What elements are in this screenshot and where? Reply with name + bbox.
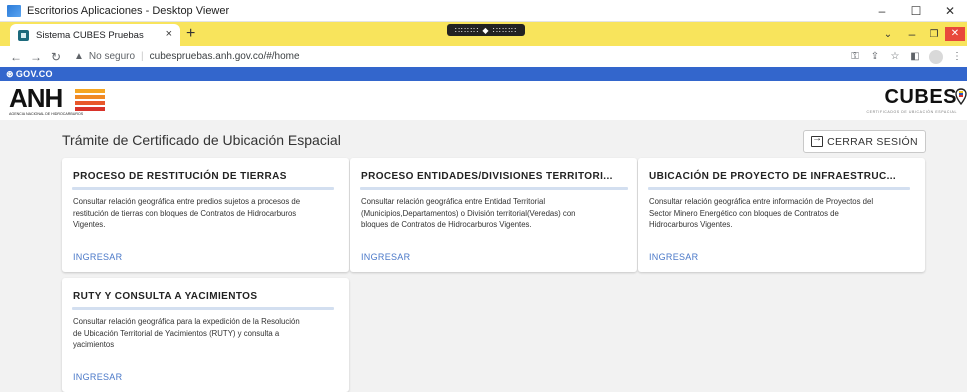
logout-button[interactable]: CERRAR SESIÓN [803, 130, 926, 153]
bookmark-star-icon[interactable]: ☆ [885, 51, 905, 62]
card-divider [360, 187, 628, 190]
card-description-line: Sector Minero Energético con bloques de … [649, 208, 839, 218]
govco-bar: ⊛ GOV.CO [0, 67, 967, 81]
card-divider [72, 187, 334, 190]
card-title: UBICACIÓN DE PROYECTO DE INFRAESTRUC... [649, 171, 897, 182]
desktop-viewer-title: Escritorios Aplicaciones - Desktop Viewe… [27, 4, 230, 17]
card-description-line: Hidrocarburos Vigentes. [649, 220, 733, 229]
govco-label[interactable]: GOV.CO [16, 69, 53, 79]
logout-label: CERRAR SESIÓN [827, 135, 918, 148]
minimize-button[interactable]: – [865, 0, 899, 22]
desktop-viewer-titlebar: Escritorios Aplicaciones - Desktop Viewe… [0, 0, 967, 22]
card-description-line: Consultar relación geográfica para la ex… [73, 317, 300, 326]
card-title: RUTY Y CONSULTA A YACIMIENTOS [73, 291, 258, 302]
cubes-favicon-icon [18, 29, 29, 41]
forward-arrow-icon[interactable]: → [26, 50, 46, 64]
browser-minimize-button[interactable]: – [901, 27, 923, 41]
cubes-logo-subtitle: CERTIFICADOS DE UBICACIÓN ESPACIAL [866, 110, 957, 114]
logout-icon [811, 133, 824, 147]
new-tab-button[interactable]: + [186, 26, 195, 42]
card-divider [648, 187, 910, 190]
close-button[interactable]: ✕ [933, 0, 967, 22]
anh-logo-subtitle: AGENCIA NACIONAL DE HIDROCARBUROS [9, 112, 84, 116]
site-header: ANH AGENCIA NACIONAL DE HIDROCARBUROS CU… [0, 81, 967, 120]
remote-session-toolbar-handle[interactable]: ∷∷∷∷ ◆ ∷∷∷∷ [447, 24, 525, 36]
ingresar-link[interactable]: INGRESAR [361, 252, 410, 262]
card-description: Consultar relación geográfica entre pred… [73, 196, 300, 231]
card-entidades-divisiones: PROCESO ENTIDADES/DIVISIONES TERRITORI..… [350, 158, 637, 272]
card-description-line: Consultar relación geográfica entre pred… [73, 197, 301, 206]
card-title: PROCESO ENTIDADES/DIVISIONES TERRITORI..… [361, 171, 613, 182]
browser-tab[interactable]: Sistema CUBES Pruebas × [10, 24, 180, 46]
tab-search-chevron-icon[interactable]: ⌄ [875, 29, 901, 40]
card-description: Consultar relación geográfica para la ex… [73, 316, 300, 351]
browser-toolbar-actions: ⚿ ⇪ ☆ ◧ ⋮ [845, 46, 967, 67]
kebab-menu-icon[interactable]: ⋮ [947, 51, 967, 62]
reload-icon[interactable]: ↻ [46, 50, 66, 64]
ingresar-link[interactable]: INGRESAR [649, 252, 698, 262]
key-icon[interactable]: ⚿ [845, 51, 865, 62]
main-content: Trámite de Certificado de Ubicación Espa… [0, 120, 967, 392]
card-description-line: Consultar relación geográfica entre info… [649, 197, 874, 206]
maximize-button[interactable]: ☐ [899, 0, 933, 22]
page-title: Trámite de Certificado de Ubicación Espa… [62, 132, 341, 148]
warning-triangle-icon[interactable]: ▲ [74, 51, 84, 62]
share-icon[interactable]: ⇪ [865, 51, 885, 62]
card-description-line: yacimientos [73, 340, 115, 349]
ingresar-link[interactable]: INGRESAR [73, 252, 122, 262]
browser-close-button[interactable]: ✕ [945, 27, 965, 41]
security-status[interactable]: No seguro [89, 51, 135, 62]
card-description-line: Vigentes. [73, 220, 106, 229]
browser-window-controls: ⌄ – ❐ ✕ [875, 22, 967, 46]
card-title: PROCESO DE RESTITUCIÓN DE TIERRAS [73, 171, 287, 182]
card-proyecto-infraestructura: UBICACIÓN DE PROYECTO DE INFRAESTRUC... … [638, 158, 925, 272]
tab-close-icon[interactable]: × [166, 28, 172, 40]
ingresar-link[interactable]: INGRESAR [73, 372, 122, 382]
card-description-line: restitución de tierras con bloques de Co… [73, 208, 297, 218]
side-panel-icon[interactable]: ◧ [905, 51, 925, 62]
profile-avatar[interactable] [929, 49, 943, 64]
cubes-pin-icon [955, 88, 967, 106]
anh-logo[interactable]: ANH AGENCIA NACIONAL DE HIDROCARBUROS [9, 84, 109, 118]
browser-restore-button[interactable]: ❐ [923, 29, 945, 40]
card-description-line: Consultar relación geográfica entre Enti… [361, 197, 546, 206]
card-restitucion-tierras: PROCESO DE RESTITUCIÓN DE TIERRAS Consul… [62, 158, 349, 272]
omnibox[interactable]: ▲ No seguro | cubespruebas.anh.gov.co/#/… [74, 51, 300, 62]
back-arrow-icon[interactable]: ← [6, 50, 26, 64]
omnibox-separator: | [141, 51, 144, 62]
tab-title: Sistema CUBES Pruebas [36, 29, 144, 41]
card-description: Consultar relación geográfica entre info… [649, 196, 873, 231]
card-description-line: de Ubicación Territorial de Yacimientos … [73, 328, 280, 338]
desktop-viewer-window-controls: – ☐ ✕ [865, 0, 967, 22]
address-bar: ← → ↻ ▲ No seguro | cubespruebas.anh.gov… [0, 46, 967, 67]
card-divider [72, 307, 334, 310]
cubes-logo[interactable]: CUBES CERTIFICADOS DE UBICACIÓN ESPACIAL [867, 86, 967, 118]
card-description-line: (Municipios,Departamentos) o División te… [361, 208, 576, 218]
card-description: Consultar relación geográfica entre Enti… [361, 196, 576, 231]
cubes-logo-text: CUBES [884, 86, 957, 108]
card-ruty-yacimientos: RUTY Y CONSULTA A YACIMIENTOS Consultar … [62, 278, 349, 392]
card-description-line: bloques de Contratos de Hidrocarburos Vi… [361, 220, 532, 229]
anh-logo-text: ANH [9, 83, 63, 113]
govco-logo-icon: ⊛ [6, 68, 14, 79]
anh-flame-icon [75, 89, 105, 111]
desktop-viewer-app-icon [7, 4, 21, 17]
url-text[interactable]: cubespruebas.anh.gov.co/#/home [150, 51, 300, 62]
